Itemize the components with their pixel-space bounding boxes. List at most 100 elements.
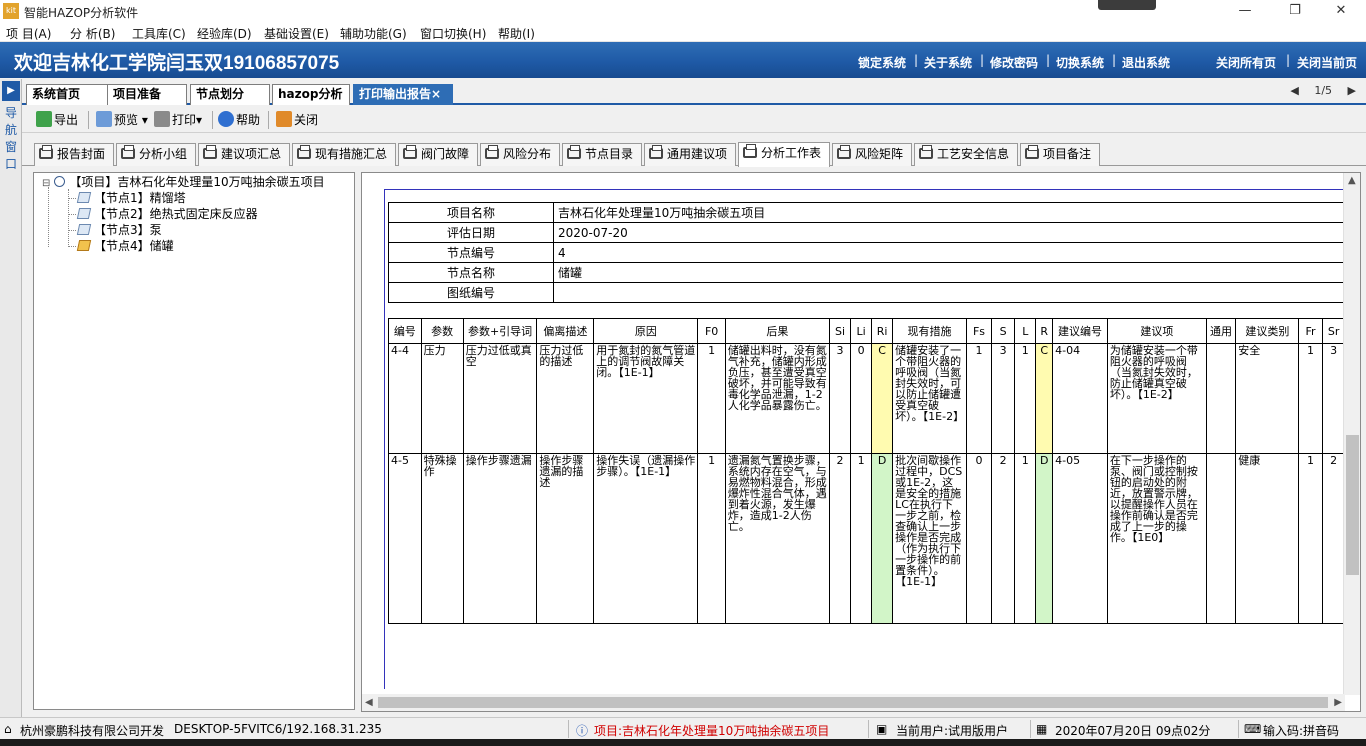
printer-icon — [154, 111, 170, 127]
menu-help[interactable]: 帮助(I) — [498, 25, 535, 42]
col-header: 通用 — [1205, 318, 1237, 344]
tab-project-prep[interactable]: 项目准备 — [107, 84, 187, 105]
preview-button[interactable]: 预览 ▾ — [96, 110, 148, 130]
info-label: 项目名称 — [388, 202, 554, 223]
current-project-text: 项目:吉林石化年处理量10万吨抽余碳五项目 — [594, 724, 830, 738]
cell-si: 3 — [829, 343, 852, 454]
toolbar-separator — [212, 111, 213, 129]
tab-analysis-team[interactable]: 分析小组 — [116, 143, 196, 166]
vertical-scroll-thumb[interactable] — [1346, 435, 1359, 575]
horizontal-scrollbar[interactable]: ◀ ▶ — [362, 694, 1345, 711]
restore-button[interactable]: ❐ — [1280, 2, 1310, 20]
tree-node-4[interactable]: 【节点4】储罐 — [76, 239, 174, 254]
scroll-left-icon[interactable]: ◀ — [365, 697, 373, 708]
cell-general — [1205, 453, 1237, 624]
tab-process-safety-info[interactable]: 工艺安全信息 — [914, 143, 1018, 166]
tab-analysis-worksheet[interactable]: 分析工作表 — [738, 142, 830, 167]
minimize-button[interactable]: — — [1230, 2, 1260, 20]
lock-system-link[interactable]: 锁定系统 — [858, 54, 906, 71]
tab-print-report[interactable]: 打印输出报告× — [353, 84, 453, 105]
tab-node-division[interactable]: 节点划分 — [190, 84, 270, 105]
printer-icon — [39, 145, 53, 159]
tab-report-cover[interactable]: 报告封面 — [34, 143, 114, 166]
cell-rec-number: 4-04 — [1052, 343, 1108, 454]
scroll-right-icon[interactable]: ▶ — [1334, 697, 1342, 708]
preview-icon — [96, 111, 112, 127]
tab-general-recommendations[interactable]: 通用建议项 — [644, 143, 736, 166]
collapse-icon[interactable]: ⊟ — [42, 178, 50, 189]
cell-rec-number: 4-05 — [1052, 453, 1108, 624]
cell-cause: 用于氮封的氮气管道上的调节阀故障关闭。【1E-1】 — [593, 343, 699, 454]
welcome-text: 欢迎吉林化工学院闫玉双19106857075 — [14, 53, 340, 74]
table-row: 4-5 特殊操作 操作步骤遗漏 操作步骤遗漏的描述 操作失误（遗漏操作步骤）。【… — [388, 453, 1360, 624]
cell-si: 2 — [829, 453, 852, 624]
cell-consequence: 遗漏氮气置换步骤，系统内存在空气，与易燃物料混合，形成爆炸性混合气体，遇到着火源… — [724, 453, 831, 624]
nav-window-strip[interactable]: ▶ 导航窗口 — [0, 79, 22, 717]
cell-sr: 3 — [1321, 343, 1346, 454]
banner-separator: | — [1046, 53, 1051, 67]
keyboard-icon: ⌨ — [1244, 722, 1262, 736]
cell-fs: 1 — [965, 343, 993, 454]
printer-icon — [743, 144, 757, 158]
exit-system-link[interactable]: 退出系统 — [1122, 54, 1170, 71]
scroll-up-icon[interactable]: ▲ — [1348, 175, 1356, 186]
about-system-link[interactable]: 关于系统 — [924, 54, 972, 71]
print-label: 打印 — [172, 113, 197, 127]
tree-node-2[interactable]: 【节点2】绝热式固定床反应器 — [76, 207, 258, 222]
col-header: Sr — [1321, 318, 1346, 344]
vertical-scrollbar[interactable]: ▲ — [1343, 173, 1360, 695]
tab-risk-matrix[interactable]: 风险矩阵 — [832, 143, 912, 166]
menu-analysis[interactable]: 分 析(B) — [70, 25, 115, 42]
tab-recommendation-summary[interactable]: 建议项汇总 — [198, 143, 290, 166]
menu-settings[interactable]: 基础设置(E) — [264, 25, 329, 42]
export-button[interactable]: 导出 — [36, 110, 78, 130]
col-header: R — [1035, 318, 1054, 344]
menu-experience[interactable]: 经验库(D) — [197, 25, 252, 42]
cell-ri: C — [871, 343, 894, 454]
exit-icon — [276, 111, 292, 127]
cell-guideword: 操作步骤遗漏 — [462, 453, 538, 624]
tab-valve-failure[interactable]: 阀门故障 — [398, 143, 478, 166]
tree-node-3[interactable]: 【节点3】泵 — [76, 223, 162, 238]
change-password-link[interactable]: 修改密码 — [990, 54, 1038, 71]
cell-general — [1205, 343, 1237, 454]
tab-label: hazop分析 — [278, 87, 343, 101]
close-all-pages-link[interactable]: 关闭所有页 — [1216, 54, 1276, 71]
cell-cause: 操作失误（遗漏操作步骤）。【1E-1】 — [593, 453, 699, 624]
menu-tools[interactable]: 工具库(C) — [132, 25, 186, 42]
next-page-icon[interactable]: ▶ — [1348, 84, 1356, 97]
expand-arrow-icon[interactable]: ▶ — [2, 81, 20, 101]
tab-label: 打印输出报告 — [359, 87, 432, 101]
tab-risk-distribution[interactable]: 风险分布 — [480, 143, 560, 166]
print-button[interactable]: 打印▾ — [154, 110, 202, 130]
tree-root-project[interactable]: ⊟ 【项目】吉林石化年处理量10万吨抽余碳五项目 — [42, 175, 325, 191]
col-header: 后果 — [724, 318, 831, 344]
close-tab-icon[interactable]: × — [431, 87, 441, 101]
cell-guideword: 压力过低或真空 — [462, 343, 538, 454]
menu-project[interactable]: 项 目(A) — [6, 25, 51, 42]
tab-hazop-analysis[interactable]: hazop分析 — [272, 84, 350, 105]
tree-node-1[interactable]: 【节点1】精馏塔 — [76, 191, 186, 206]
info-row: 图纸编号 — [388, 282, 1348, 303]
close-window-button[interactable]: ✕ — [1326, 2, 1356, 20]
nav-window-label[interactable]: 导航窗口 — [4, 105, 18, 173]
tab-project-notes[interactable]: 项目备注 — [1020, 143, 1100, 166]
tab-home[interactable]: 系统首页 — [26, 84, 110, 105]
window-title: 智能HAZOP分析软件 — [24, 6, 139, 20]
col-header: F0 — [697, 318, 726, 344]
help-button[interactable]: 帮助 — [218, 110, 260, 130]
close-current-page-link[interactable]: 关闭当前页 — [1297, 54, 1357, 71]
menu-window[interactable]: 窗口切换(H) — [420, 25, 486, 42]
cell-f0: 1 — [697, 453, 726, 624]
horizontal-scroll-thumb[interactable] — [378, 697, 1328, 708]
info-label: 节点名称 — [388, 262, 554, 283]
tab-existing-measures[interactable]: 现有措施汇总 — [292, 143, 396, 166]
tab-node-directory[interactable]: 节点目录 — [562, 143, 642, 166]
prev-page-icon[interactable]: ◀ — [1290, 84, 1298, 97]
menu-aux[interactable]: 辅助功能(G) — [340, 25, 407, 42]
close-button[interactable]: 关闭 — [276, 110, 318, 130]
tab-label: 风险分布 — [503, 147, 552, 161]
info-row: 评估日期 2020-07-20 — [388, 222, 1348, 243]
cell-li: 0 — [850, 343, 873, 454]
switch-system-link[interactable]: 切换系统 — [1056, 54, 1104, 71]
